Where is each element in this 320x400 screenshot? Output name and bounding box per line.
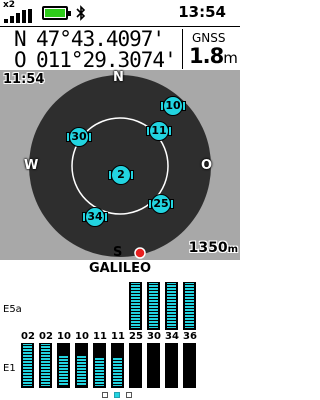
signal-satellite-id: 25 xyxy=(129,331,143,342)
signal-satellite-id: 36 xyxy=(183,331,197,342)
satellite-icon[interactable]: 30 xyxy=(66,124,92,150)
signal-satellite-id: 02 xyxy=(21,331,35,342)
page-dot[interactable] xyxy=(126,392,132,398)
signal-bar-e1 xyxy=(39,343,52,388)
signal-satellite-id: 11 xyxy=(111,331,125,342)
satellite-number: 10 xyxy=(165,99,181,112)
accuracy-unit: m xyxy=(223,49,238,67)
scale-value: 1350 xyxy=(188,240,228,256)
clock: 13:54 xyxy=(178,3,226,21)
position-marker-icon xyxy=(134,247,146,259)
compass-west-label: W xyxy=(24,158,39,173)
longitude-hemisphere: O xyxy=(14,48,27,72)
signal-bar-e1 xyxy=(57,343,70,388)
satellite-icon[interactable]: 11 xyxy=(146,118,172,144)
signal-satellite-id: 10 xyxy=(57,331,71,342)
satellite-number: 11 xyxy=(151,124,167,137)
signal-bar-e1 xyxy=(183,343,196,388)
signal-satellite-id: 10 xyxy=(75,331,89,342)
signal-bar-e5a xyxy=(147,282,160,330)
position-source-label: GNSS xyxy=(192,31,226,45)
status-bar: x2 13:54 xyxy=(0,0,240,26)
satellite-sky-view[interactable]: 11:54 N O S W 10 11 30 2 25 34 1350m xyxy=(0,70,240,260)
signal-strength-icon xyxy=(4,9,32,23)
signal-bar-e1 xyxy=(75,343,88,388)
signal-satellite-id: 02 xyxy=(39,331,53,342)
constellation-label: GALILEO xyxy=(88,261,152,276)
accuracy-value: 1.8 xyxy=(189,44,224,68)
band-label-e5a: E5a xyxy=(3,304,22,315)
page-dot[interactable] xyxy=(114,392,120,398)
signal-bar-e1 xyxy=(129,343,142,388)
band-label-e1: E1 xyxy=(3,363,16,374)
signal-bar-e5a xyxy=(165,282,178,330)
coordinates-panel[interactable]: N 47°43.4097' O 011°29.3074' GNSS 1.8m xyxy=(0,26,240,72)
longitude: O 011°29.3074' xyxy=(14,48,177,72)
compass-east-label: O xyxy=(201,158,213,173)
satellite-number: 34 xyxy=(87,210,103,223)
satellite-number: 2 xyxy=(117,168,125,181)
satellite-icon[interactable]: 25 xyxy=(148,191,174,217)
compass-north-label: N xyxy=(113,70,124,85)
scale-readout: 1350m xyxy=(189,240,238,256)
signal-bar-e1 xyxy=(21,343,34,388)
signal-strength-panel[interactable]: E5a E1 02 02 10 10 11 11 25 30 34 36 xyxy=(0,276,240,390)
satellite-icon[interactable]: 34 xyxy=(82,204,108,230)
compass-south-label: S xyxy=(113,245,123,260)
signal-bar-e1 xyxy=(165,343,178,388)
page-dot[interactable] xyxy=(102,392,108,398)
satellite-icon[interactable]: 2 xyxy=(108,162,134,188)
signal-satellite-id: 11 xyxy=(93,331,107,342)
sky-view-time: 11:54 xyxy=(3,72,45,87)
scale-unit: m xyxy=(227,244,238,255)
signal-satellite-id: 30 xyxy=(147,331,161,342)
signal-bar-e5a xyxy=(183,282,196,330)
bluetooth-icon xyxy=(76,5,86,21)
page-indicator[interactable] xyxy=(0,392,240,400)
divider xyxy=(182,29,183,69)
signal-bar-e1 xyxy=(147,343,160,388)
longitude-value: 011°29.3074' xyxy=(36,48,177,72)
signal-bar-e5a xyxy=(129,282,142,330)
accuracy-readout: 1.8m xyxy=(189,44,238,68)
signal-satellite-id: 34 xyxy=(165,331,179,342)
satellite-icon[interactable]: 10 xyxy=(160,93,186,119)
satellite-number: 30 xyxy=(71,130,87,143)
satellite-number: 25 xyxy=(153,197,169,210)
battery-full-icon xyxy=(42,6,71,20)
signal-bar-e1 xyxy=(93,343,106,388)
signal-bar-e1 xyxy=(111,343,124,388)
